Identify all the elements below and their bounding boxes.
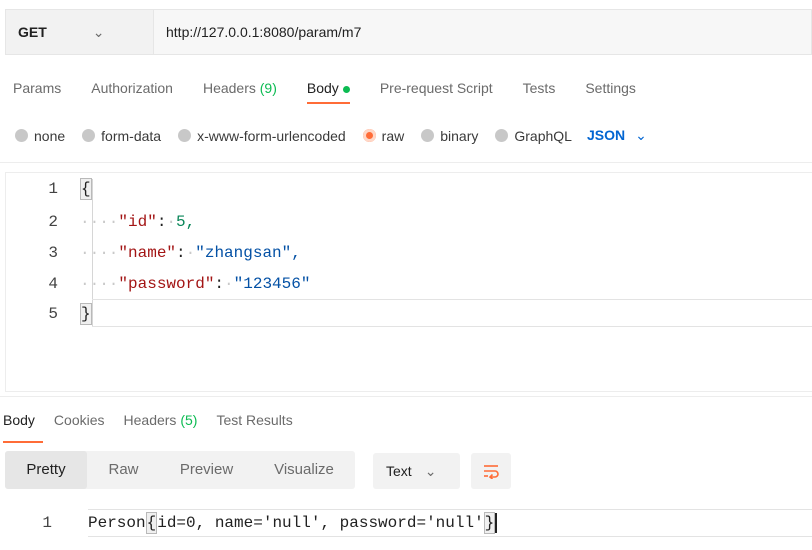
json-key: "password": [118, 275, 215, 293]
response-format-select[interactable]: Text ⌄: [373, 453, 460, 489]
chevron-down-icon: ⌄: [635, 127, 647, 143]
view-preview[interactable]: Preview: [160, 451, 253, 489]
json-value: "123456": [233, 275, 311, 293]
url-bar: GET ⌄ http://127.0.0.1:8080/param/m7: [5, 9, 812, 55]
tab-test-results[interactable]: Test Results: [216, 412, 292, 428]
radio-circle: [495, 129, 509, 142]
tab-response-headers[interactable]: Headers (5): [124, 412, 198, 428]
open-brace: {: [80, 178, 92, 200]
url-input[interactable]: http://127.0.0.1:8080/param/m7: [153, 9, 812, 55]
request-tabs: Params Authorization Headers (9) Body Pr…: [13, 80, 666, 104]
code-line: 2 ····"id":·5,: [6, 211, 195, 233]
radio-circle: [15, 129, 28, 142]
tab-headers[interactable]: Headers (9): [203, 80, 277, 96]
tab-response-body[interactable]: Body: [3, 412, 43, 443]
method-label: GET: [18, 24, 47, 40]
body-indicator-dot: [342, 85, 350, 93]
body-format-select[interactable]: JSON ⌄: [587, 127, 647, 144]
code-line: 1 {: [6, 178, 92, 200]
line-number: 2: [48, 213, 58, 231]
tab-tests[interactable]: Tests: [523, 80, 556, 96]
headers-count: (9): [259, 80, 277, 96]
divider: [0, 396, 812, 397]
response-tabs: Body Cookies Headers (5) Test Results: [3, 412, 312, 443]
response-view-modes: Pretty Raw Preview Visualize: [5, 451, 355, 489]
url-text: http://127.0.0.1:8080/param/m7: [166, 24, 362, 40]
radio-circle-selected: [362, 129, 376, 142]
line-number: 1: [48, 180, 58, 198]
radio-circle: [178, 129, 192, 142]
tab-authorization[interactable]: Authorization: [91, 80, 173, 96]
tab-settings[interactable]: Settings: [585, 80, 636, 96]
radio-none[interactable]: none: [15, 128, 65, 144]
response-content: id=0, name='null', password='null': [157, 514, 484, 532]
radio-form-data[interactable]: form-data: [82, 128, 161, 144]
response-headers-count: (5): [180, 412, 198, 428]
close-brace: }: [483, 512, 496, 534]
tab-params[interactable]: Params: [13, 80, 61, 96]
json-key: "name": [118, 244, 177, 262]
json-value: "zhangsan",: [195, 244, 301, 262]
chevron-down-icon: ⌄: [424, 462, 437, 479]
chevron-down-icon: ⌄: [92, 23, 105, 40]
radio-circle: [421, 129, 435, 142]
open-brace: {: [145, 512, 158, 534]
view-raw[interactable]: Raw: [87, 451, 160, 489]
line-number: 3: [48, 244, 58, 262]
view-visualize[interactable]: Visualize: [253, 451, 355, 489]
tab-body[interactable]: Body: [306, 80, 350, 104]
code-line: 4 ····"password":·"123456": [6, 273, 310, 295]
radio-graphql[interactable]: GraphQL: [495, 128, 572, 144]
code-line: 5 }: [6, 303, 92, 325]
line-number: 4: [48, 275, 58, 293]
response-format-label: Text: [386, 463, 412, 479]
text-cursor: [495, 512, 498, 533]
line-number: 5: [48, 305, 58, 323]
radio-x-www-form-urlencoded[interactable]: x-www-form-urlencoded: [178, 128, 346, 144]
close-brace: }: [80, 303, 92, 325]
method-select[interactable]: GET ⌄: [5, 9, 153, 55]
response-body-line: 1 Person{id=0, name='null', password='nu…: [0, 510, 498, 536]
wrap-lines-button[interactable]: [471, 453, 511, 489]
radio-binary[interactable]: binary: [421, 128, 478, 144]
current-line-highlight: [92, 299, 812, 327]
tab-pre-request-script[interactable]: Pre-request Script: [380, 80, 493, 96]
radio-circle: [82, 129, 96, 142]
json-value: 5,: [176, 213, 196, 231]
body-type-options: none form-data x-www-form-urlencoded raw…: [15, 127, 647, 144]
response-prefix: Person: [88, 514, 146, 532]
tab-cookies[interactable]: Cookies: [54, 412, 105, 428]
divider: [0, 162, 812, 163]
radio-raw[interactable]: raw: [362, 128, 404, 144]
json-key: "id": [118, 213, 157, 231]
line-number: 1: [42, 514, 52, 532]
code-line: 3 ····"name":·"zhangsan",: [6, 242, 301, 264]
request-body-editor[interactable]: 1 { 2 ····"id":·5, 3 ····"name":·"zhangs…: [5, 172, 812, 392]
view-pretty[interactable]: Pretty: [5, 451, 87, 489]
wrap-lines-icon: [484, 465, 499, 479]
